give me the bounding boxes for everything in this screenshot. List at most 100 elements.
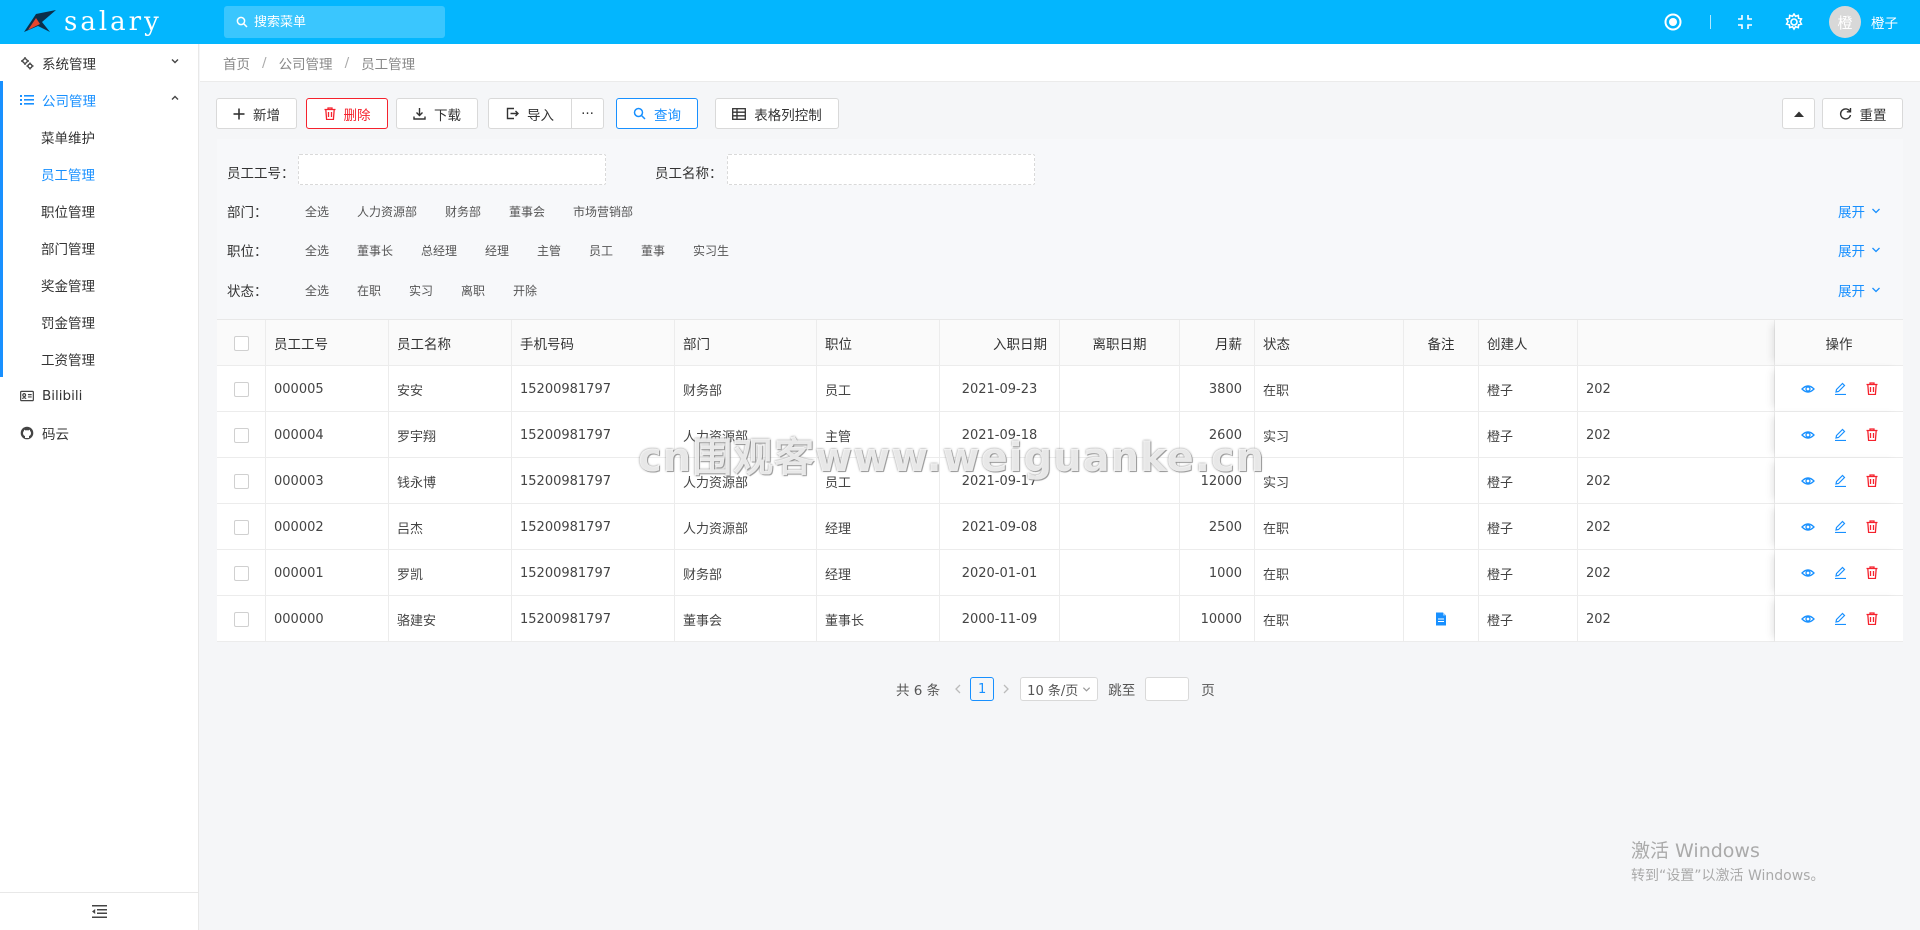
dept-option[interactable]: 人力资源部 [357, 203, 417, 220]
breadcrumb-company[interactable]: 公司管理 [279, 53, 333, 73]
header-cell[interactable]: 职位 [817, 320, 940, 366]
sidebar-item-penalty[interactable]: 罚金管理 [3, 303, 198, 340]
delete-button[interactable]: 删除 [306, 98, 388, 129]
row-checkbox[interactable] [233, 519, 249, 535]
status-option[interactable]: 全选 [305, 282, 329, 299]
view-eye-icon[interactable] [1800, 429, 1815, 441]
table-row[interactable]: 000001 罗凯 15200981797 财务部 经理 2020-01-01 1000 在职… [217, 550, 1903, 596]
status-option[interactable]: 在职 [357, 282, 381, 299]
row-checkbox[interactable] [233, 611, 249, 627]
status-option[interactable]: 实习 [409, 282, 433, 299]
header-cell[interactable]: 备注 [1404, 320, 1479, 366]
row-checkbox[interactable] [233, 381, 249, 397]
fullscreen-button[interactable] [1737, 0, 1753, 44]
reset-button[interactable]: 重置 [1822, 98, 1903, 129]
prev-page-icon[interactable] [954, 684, 962, 694]
select-all-checkbox[interactable] [233, 335, 249, 351]
more-import-button[interactable]: ··· [571, 98, 604, 129]
header-cell[interactable]: 员工名称 [389, 320, 512, 366]
row-checkbox[interactable] [233, 473, 249, 489]
header-cell[interactable]: 月薪 [1180, 320, 1255, 366]
menu-search-input[interactable] [254, 14, 434, 30]
collapse-sidebar-button[interactable] [0, 892, 199, 930]
emp-no-input[interactable] [298, 154, 606, 185]
breadcrumb-home[interactable]: 首页 [223, 53, 250, 73]
page-1-button[interactable]: 1 [970, 677, 995, 701]
position-option[interactable]: 主管 [537, 242, 561, 259]
view-eye-icon[interactable] [1800, 567, 1815, 579]
edit-pencil-icon[interactable] [1834, 612, 1847, 625]
theme-toggle[interactable] [1664, 0, 1682, 44]
page-size-select[interactable]: 10 条/页 [1020, 677, 1099, 701]
header-cell[interactable]: 离职日期 [1060, 320, 1180, 366]
dept-option[interactable]: 董事会 [509, 203, 545, 220]
dept-expand[interactable]: 展开 [1838, 201, 1881, 221]
position-expand[interactable]: 展开 [1838, 240, 1881, 260]
position-option[interactable]: 员工 [589, 242, 613, 259]
menu-search[interactable] [224, 6, 445, 38]
status-option[interactable]: 离职 [461, 282, 485, 299]
table-row[interactable]: 000005 安安 15200981797 财务部 员工 2021-09-23 3800 在职… [217, 366, 1903, 412]
settings-button[interactable] [1785, 0, 1803, 44]
table-row[interactable]: 000002 吕杰 15200981797 人力资源部 经理 2021-09-08 2500… [217, 504, 1903, 550]
sidebar-item-department[interactable]: 部门管理 [3, 229, 198, 266]
edit-pencil-icon[interactable] [1834, 566, 1847, 579]
header-cell[interactable]: 手机号码 [512, 320, 675, 366]
chevron-down-icon [1872, 208, 1880, 214]
emp-name-input[interactable] [727, 154, 1035, 185]
dept-option[interactable]: 财务部 [445, 203, 481, 220]
view-eye-icon[interactable] [1800, 383, 1815, 395]
view-eye-icon[interactable] [1800, 475, 1815, 487]
column-control-button[interactable]: 表格列控制 [715, 98, 839, 129]
menu-system[interactable]: 系统管理 [0, 44, 198, 81]
position-option[interactable]: 董事长 [357, 242, 393, 259]
add-button[interactable]: 新增 [216, 98, 297, 129]
dept-option[interactable]: 全选 [305, 203, 329, 220]
sidebar-item-salary[interactable]: 工资管理 [3, 340, 198, 377]
sidebar-item-bonus[interactable]: 奖金管理 [3, 266, 198, 303]
header-cell[interactable]: 状态 [1255, 320, 1404, 366]
app-logo[interactable]: salary [22, 7, 162, 37]
row-checkbox[interactable] [233, 427, 249, 443]
header-cell[interactable]: 部门 [675, 320, 817, 366]
sidebar-item-employee[interactable]: 员工管理 [3, 155, 198, 192]
edit-pencil-icon[interactable] [1834, 520, 1847, 533]
delete-trash-icon[interactable] [1866, 428, 1878, 441]
menu-bilibili[interactable]: Bilibili [0, 377, 198, 414]
status-expand[interactable]: 展开 [1838, 280, 1881, 300]
edit-pencil-icon[interactable] [1834, 428, 1847, 441]
delete-trash-icon[interactable] [1866, 474, 1878, 487]
jump-page-input[interactable] [1145, 677, 1190, 701]
note-file-icon[interactable] [1435, 612, 1447, 626]
menu-company[interactable]: 公司管理 [3, 81, 198, 118]
table-row[interactable]: 000000 骆建安 15200981797 董事会 董事长 2000-11-09 1000… [217, 596, 1903, 642]
position-option[interactable]: 实习生 [693, 242, 729, 259]
header-cell[interactable]: 员工工号 [266, 320, 389, 366]
header-cell[interactable]: 入职日期 [940, 320, 1060, 366]
delete-trash-icon[interactable] [1866, 382, 1878, 395]
status-option[interactable]: 开除 [513, 282, 537, 299]
collapse-filter-button[interactable] [1782, 98, 1815, 129]
edit-pencil-icon[interactable] [1834, 382, 1847, 395]
row-checkbox[interactable] [233, 565, 249, 581]
position-option[interactable]: 总经理 [421, 242, 457, 259]
delete-trash-icon[interactable] [1866, 520, 1878, 533]
view-eye-icon[interactable] [1800, 613, 1815, 625]
user-menu[interactable]: 橙 橙子 [1829, 0, 1898, 44]
sidebar-item-position[interactable]: 职位管理 [3, 192, 198, 229]
menu-gitee[interactable]: 码云 [0, 414, 198, 451]
download-button[interactable]: 下载 [396, 98, 478, 129]
import-button[interactable]: 导入 [488, 98, 572, 129]
position-option[interactable]: 全选 [305, 242, 329, 259]
edit-pencil-icon[interactable] [1834, 474, 1847, 487]
position-option[interactable]: 经理 [485, 242, 509, 259]
next-page-icon[interactable] [1002, 684, 1010, 694]
dept-option[interactable]: 市场营销部 [573, 203, 633, 220]
position-option[interactable]: 董事 [641, 242, 665, 259]
view-eye-icon[interactable] [1800, 521, 1815, 533]
query-button[interactable]: 查询 [616, 98, 698, 129]
header-cell[interactable]: 创建人 [1479, 320, 1578, 366]
sidebar-item-menu-maintain[interactable]: 菜单维护 [3, 118, 198, 155]
delete-trash-icon[interactable] [1866, 566, 1878, 579]
delete-trash-icon[interactable] [1866, 612, 1878, 625]
